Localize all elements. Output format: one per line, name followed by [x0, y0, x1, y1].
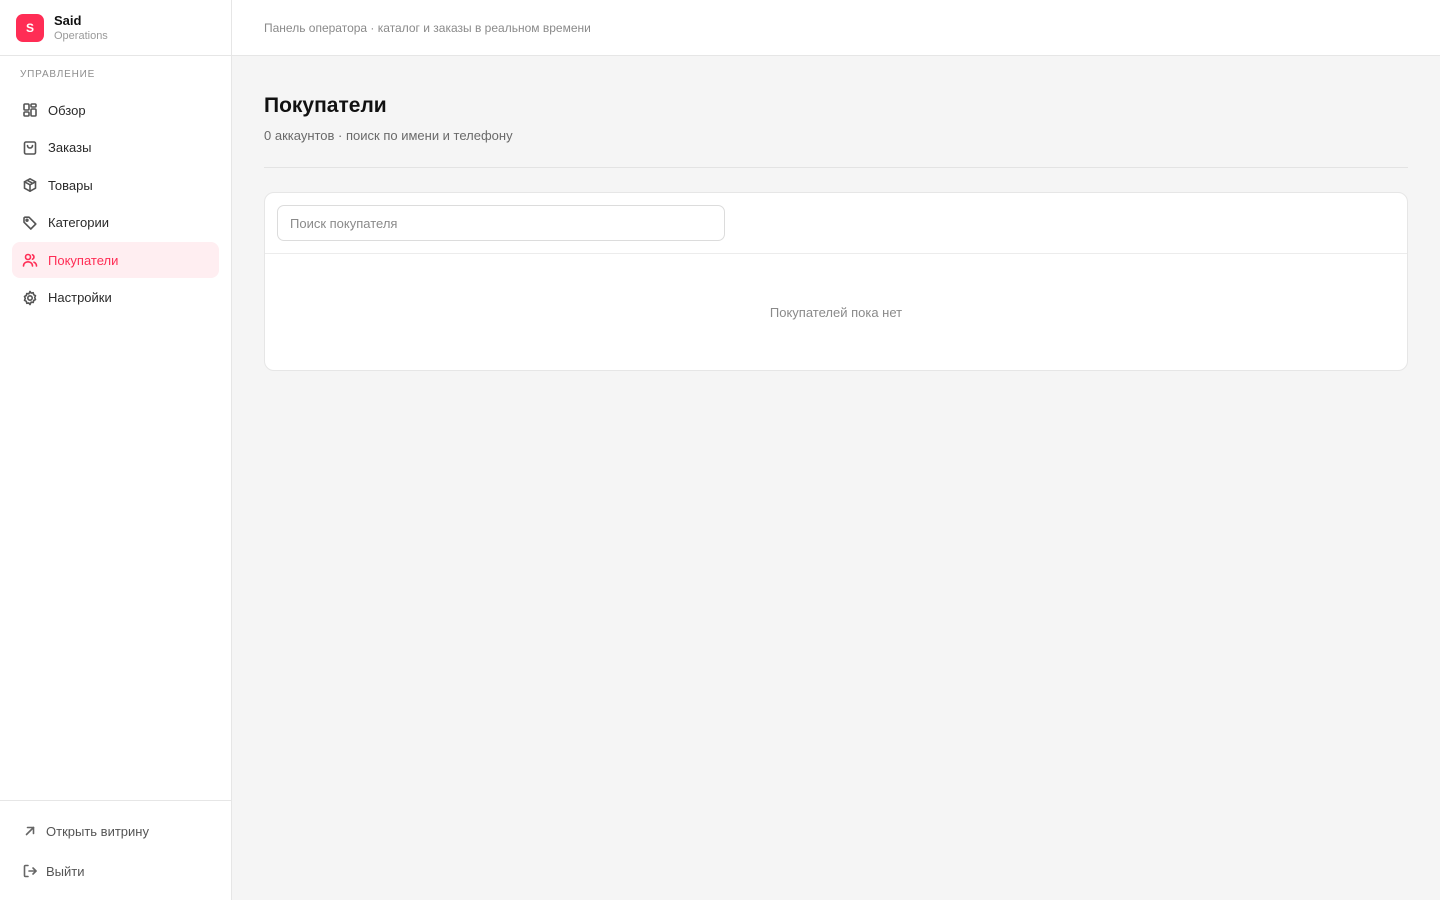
customers-card: Покупателей пока нет — [264, 192, 1408, 371]
nav-section-label: УПРАВЛЕНИЕ — [20, 69, 96, 80]
brand-logo: S — [16, 13, 44, 42]
sidebar-item-label: Покупатели — [48, 252, 119, 268]
sidebar-footer: Открыть витрину Выйти — [0, 800, 231, 900]
brand-subtitle: Operations — [54, 29, 108, 42]
page-title: Покупатели — [264, 94, 387, 117]
logout-icon — [22, 863, 38, 879]
shopping-bag-icon — [22, 140, 38, 156]
sidebar-item-settings[interactable]: Настройки — [12, 280, 219, 316]
empty-state: Покупателей пока нет — [769, 304, 903, 320]
users-icon — [22, 252, 38, 268]
sidebar-item-label: Товары — [48, 177, 93, 193]
divider — [264, 167, 1408, 168]
sidebar-item-products[interactable]: Товары — [12, 167, 219, 203]
main-content: Покупатели 0 аккаунтов · поиск по имени … — [264, 56, 1408, 371]
sidebar-nav: Обзор Заказы Товары Категории Покупатели — [0, 92, 231, 316]
breadcrumb: Панель оператора · каталог и заказы в ре… — [264, 20, 591, 35]
sidebar-item-categories[interactable]: Категории — [12, 205, 219, 241]
search-input[interactable] — [277, 205, 725, 241]
sidebar-item-customers[interactable]: Покупатели — [12, 242, 219, 278]
tag-icon — [22, 215, 38, 231]
open-store-link[interactable]: Открыть витрину — [12, 811, 219, 851]
gear-icon — [22, 290, 38, 306]
brand-text: Said Operations — [54, 13, 108, 43]
grid-icon — [22, 102, 38, 118]
card-toolbar — [265, 193, 1407, 254]
sidebar-item-label: Настройки — [48, 290, 112, 305]
brand-name: Said — [54, 12, 82, 28]
sidebar-item-overview[interactable]: Обзор — [12, 92, 219, 128]
arrow-up-right-icon — [22, 823, 38, 839]
sidebar-item-orders[interactable]: Заказы — [12, 130, 219, 166]
logout-label: Выйти — [46, 863, 85, 879]
brand[interactable]: S Said Operations — [0, 0, 231, 56]
open-store-label: Открыть витрину — [46, 823, 149, 839]
logout-button[interactable]: Выйти — [12, 851, 219, 891]
sidebar-item-label: Категории — [48, 215, 109, 230]
sidebar-item-label: Заказы — [48, 140, 92, 155]
box-icon — [22, 177, 38, 193]
sidebar: S Said Operations УПРАВЛЕНИЕ Обзор Заказ… — [0, 0, 232, 900]
topbar: Панель оператора · каталог и заказы в ре… — [232, 0, 1440, 56]
page-subtitle: 0 аккаунтов · поиск по имени и телефону — [264, 128, 513, 143]
sidebar-item-label: Обзор — [48, 102, 86, 118]
